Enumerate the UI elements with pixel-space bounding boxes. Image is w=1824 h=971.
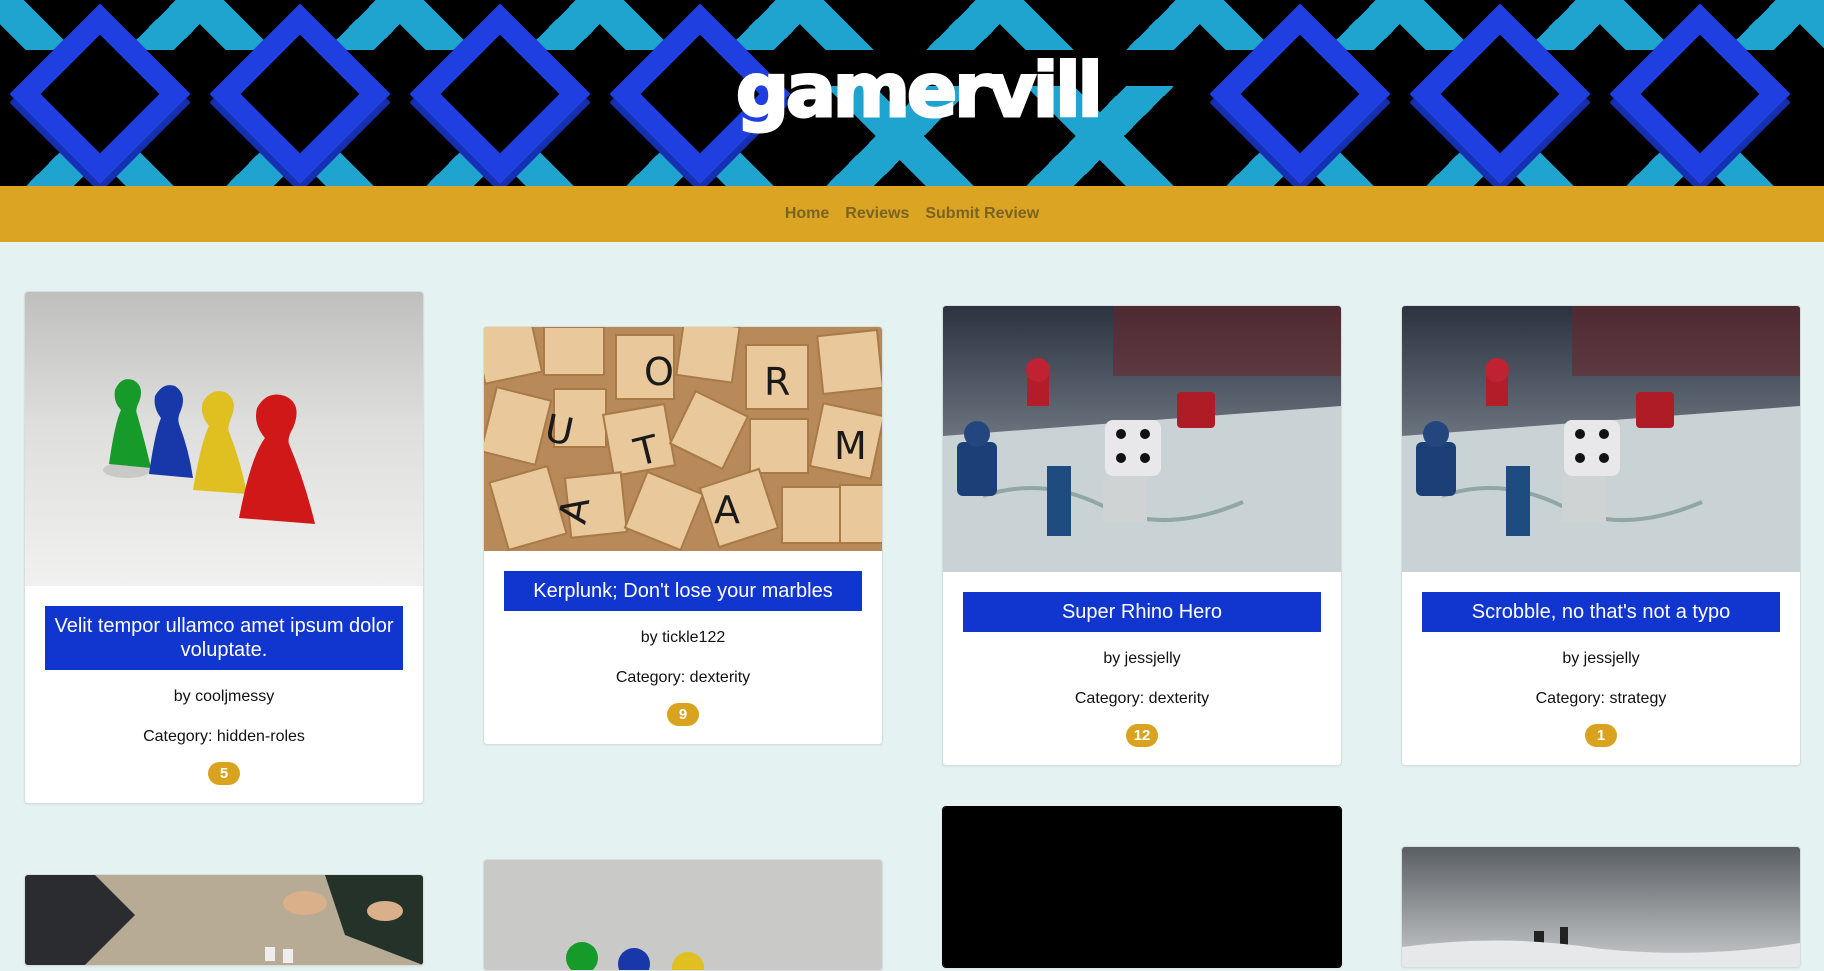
review-image-letter-tiles[interactable]: O R M U T A A: [484, 327, 882, 551]
nav-submit-review[interactable]: Submit Review: [925, 205, 1039, 223]
review-author: by jessjelly: [1562, 650, 1640, 667]
card-body: Scrobble, no that's not a typo by jessje…: [1402, 572, 1800, 765]
review-title[interactable]: Super Rhino Hero: [963, 592, 1321, 632]
card-body: Super Rhino Hero by jessjelly Category: …: [943, 572, 1341, 765]
review-title[interactable]: Scrobble, no that's not a typo: [1422, 592, 1780, 632]
card-body: Velit tempor ullamco amet ipsum dolor vo…: [25, 586, 423, 803]
review-image-stormy-sea[interactable]: [1402, 847, 1800, 967]
review-card[interactable]: [483, 859, 883, 971]
header-banner: gamerville: [0, 0, 1824, 186]
review-image-people-playing[interactable]: [25, 875, 423, 965]
review-card[interactable]: Velit tempor ullamco amet ipsum dolor vo…: [24, 291, 424, 804]
review-card[interactable]: Scrobble, no that's not a typo by jessje…: [1401, 305, 1801, 766]
review-author: by cooljmessy: [173, 688, 275, 705]
review-author: by tickle122: [640, 629, 726, 646]
vote-count-badge: 1: [1585, 724, 1617, 747]
gamerville-logo[interactable]: gamerville: [728, 28, 1099, 158]
review-category: Category: dexterity: [1074, 690, 1210, 707]
review-title[interactable]: Kerplunk; Don't lose your marbles: [504, 571, 862, 611]
nav-reviews[interactable]: Reviews: [845, 205, 909, 223]
review-image-board-dice[interactable]: [1402, 306, 1800, 572]
vote-count-badge: 12: [1126, 724, 1158, 747]
review-card[interactable]: [24, 874, 424, 966]
review-category: Category: hidden-roles: [143, 728, 305, 745]
review-image-pawns[interactable]: [25, 292, 423, 586]
review-image-pawns[interactable]: [484, 860, 882, 970]
review-card[interactable]: [942, 806, 1342, 968]
review-card[interactable]: [1401, 846, 1801, 968]
svg-text:M: M: [834, 424, 867, 468]
nav-home[interactable]: Home: [785, 205, 829, 223]
svg-text:O: O: [644, 350, 674, 394]
review-title[interactable]: Velit tempor ullamco amet ipsum dolor vo…: [45, 606, 403, 670]
review-category: Category: dexterity: [615, 669, 751, 686]
main-nav: Home Reviews Submit Review: [0, 186, 1824, 242]
svg-text:A: A: [714, 488, 740, 532]
card-body: Kerplunk; Don't lose your marbles by tic…: [484, 551, 882, 744]
review-image-placeholder[interactable]: [943, 807, 1341, 967]
logo-text: gamerville: [736, 48, 1098, 134]
review-category: Category: strategy: [1535, 690, 1667, 707]
review-card[interactable]: Super Rhino Hero by jessjelly Category: …: [942, 305, 1342, 766]
vote-count-badge: 9: [667, 703, 699, 726]
review-author: by jessjelly: [1103, 650, 1181, 667]
vote-count-badge: 5: [208, 762, 240, 785]
review-card[interactable]: O R M U T A A Kerplunk; Don't lose your …: [483, 326, 883, 745]
review-image-board-dice[interactable]: [943, 306, 1341, 572]
svg-text:R: R: [764, 360, 790, 404]
